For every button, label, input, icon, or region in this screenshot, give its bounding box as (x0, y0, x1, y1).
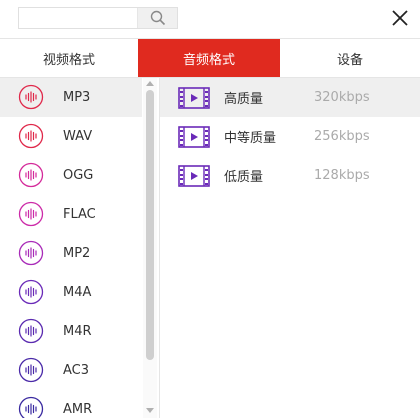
close-icon (392, 10, 408, 26)
quality-preset-list: 高质量 320kbps 中等质量 256kbps 低质量 128kbps (160, 78, 420, 418)
search-icon (150, 10, 165, 26)
audio-format-list: MP3 WAV OGG FLAC MP2 M4A M4R AC3 AMR (0, 78, 160, 418)
format-item-m4a[interactable]: M4A (0, 273, 142, 312)
audio-wave-icon (18, 396, 44, 418)
quality-item[interactable]: 高质量 320kbps (160, 78, 420, 117)
format-list-scrollbar[interactable] (143, 78, 157, 418)
scroll-up-arrow-icon[interactable] (146, 81, 154, 86)
quality-label: 中等质量 (224, 131, 277, 146)
bitrate-label: 128kbps (314, 168, 370, 183)
format-item-mp2[interactable]: MP2 (0, 234, 142, 273)
audio-wave-icon (18, 240, 44, 266)
film-strip-icon (178, 126, 210, 148)
quality-item[interactable]: 中等质量 256kbps (160, 117, 420, 156)
format-item-wav[interactable]: WAV (0, 117, 142, 156)
audio-wave-icon (18, 357, 44, 383)
format-label: M4R (63, 324, 92, 339)
tab-devices[interactable]: 设备 (280, 39, 420, 77)
format-label: MP3 (63, 90, 91, 105)
scroll-down-arrow-icon[interactable] (146, 408, 154, 413)
audio-wave-icon (18, 201, 44, 227)
audio-wave-icon (18, 279, 44, 305)
quality-label: 低质量 (224, 170, 264, 185)
search-button[interactable] (137, 8, 177, 28)
audio-wave-icon (18, 84, 44, 110)
film-strip-icon (178, 165, 210, 187)
audio-wave-icon (18, 162, 44, 188)
audio-wave-icon (18, 318, 44, 344)
scrollbar-thumb[interactable] (146, 90, 154, 360)
format-tabs: 视频格式 音频格式 设备 (0, 38, 420, 78)
format-label: AMR (63, 402, 93, 417)
format-item-ac3[interactable]: AC3 (0, 351, 142, 390)
tab-audio-formats[interactable]: 音频格式 (138, 39, 280, 77)
search-input[interactable] (19, 8, 139, 28)
format-label: MP2 (63, 246, 91, 261)
format-label: M4A (63, 285, 92, 300)
quality-item[interactable]: 低质量 128kbps (160, 156, 420, 195)
tab-video-formats[interactable]: 视频格式 (0, 39, 138, 77)
audio-wave-icon (18, 123, 44, 149)
format-label: WAV (63, 129, 93, 144)
format-item-amr[interactable]: AMR (0, 390, 142, 418)
top-bar (0, 0, 420, 38)
format-label: AC3 (63, 363, 90, 378)
bitrate-label: 256kbps (314, 129, 370, 144)
format-item-m4r[interactable]: M4R (0, 312, 142, 351)
format-label: FLAC (63, 207, 96, 222)
format-item-ogg[interactable]: OGG (0, 156, 142, 195)
quality-label: 高质量 (224, 92, 264, 107)
search-box (18, 7, 178, 29)
bitrate-label: 320kbps (314, 90, 370, 105)
film-strip-icon (178, 87, 210, 109)
format-item-mp3[interactable]: MP3 (0, 78, 142, 117)
format-label: OGG (63, 168, 94, 183)
close-button[interactable] (388, 6, 412, 30)
format-item-flac[interactable]: FLAC (0, 195, 142, 234)
